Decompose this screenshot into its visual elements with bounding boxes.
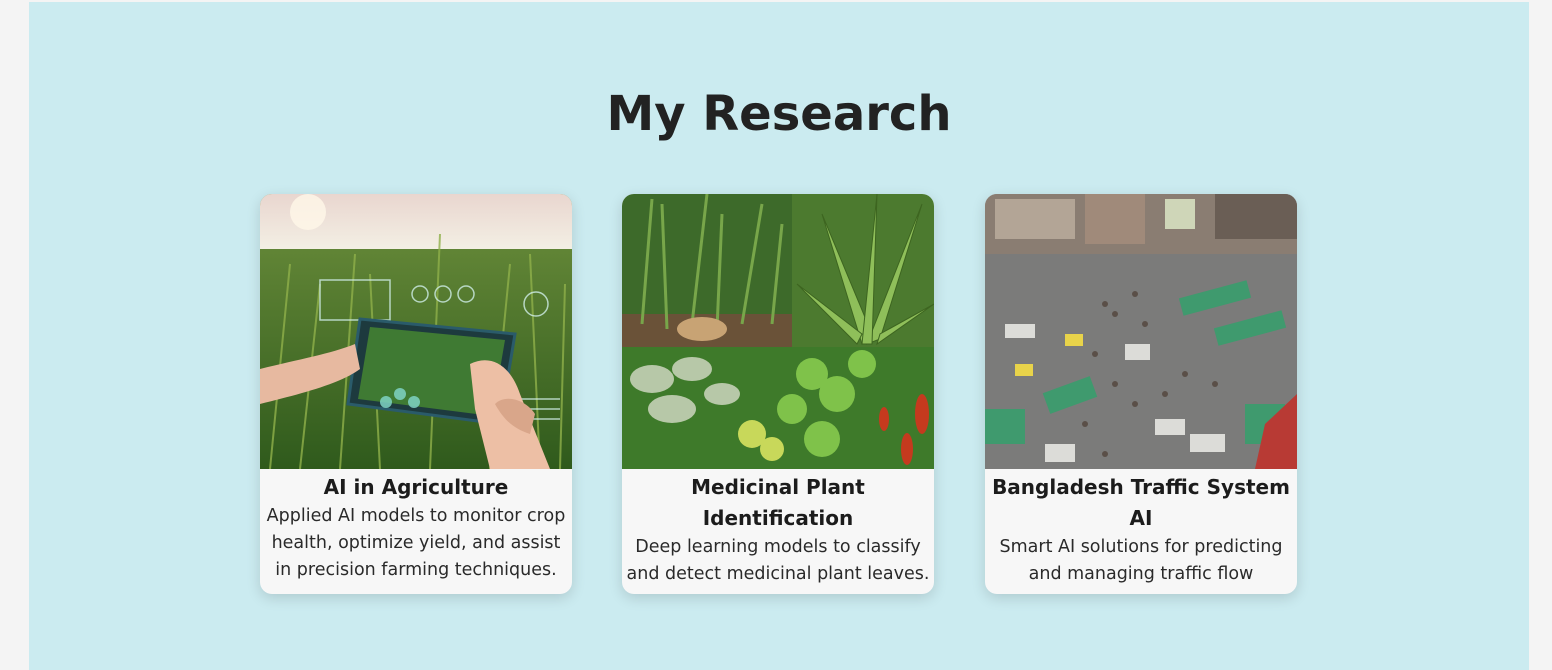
medicinal-plants-image — [622, 194, 934, 469]
research-section: My Research AI in Agriculture Applied AI… — [29, 2, 1529, 670]
research-card-traffic[interactable]: Bangladesh Traffic System AI Smart AI so… — [985, 194, 1297, 594]
card-body: Bangladesh Traffic System AI Smart AI so… — [985, 472, 1297, 588]
traffic-photo-icon — [985, 194, 1297, 469]
agriculture-image — [260, 194, 572, 469]
section-title: My Research — [606, 86, 952, 142]
card-description: Deep learning models to classify and det… — [626, 537, 930, 584]
medicinal-plants-photo-icon — [622, 194, 934, 469]
card-body: AI in Agriculture Applied AI models to m… — [260, 472, 572, 584]
card-title: Bangladesh Traffic System AI — [992, 475, 1290, 530]
card-body: Medicinal Plant Identification Deep lear… — [622, 472, 934, 588]
card-description: Smart AI solutions for predicting and ma… — [999, 537, 1283, 584]
card-description: Applied AI models to monitor crop health… — [266, 506, 566, 580]
agriculture-photo-icon — [260, 194, 572, 469]
research-card-agriculture[interactable]: AI in Agriculture Applied AI models to m… — [260, 194, 572, 594]
card-title: AI in Agriculture — [323, 475, 509, 499]
traffic-image — [985, 194, 1297, 469]
research-card-medicinal-plants[interactable]: Medicinal Plant Identification Deep lear… — [622, 194, 934, 594]
card-title: Medicinal Plant Identification — [691, 475, 865, 530]
